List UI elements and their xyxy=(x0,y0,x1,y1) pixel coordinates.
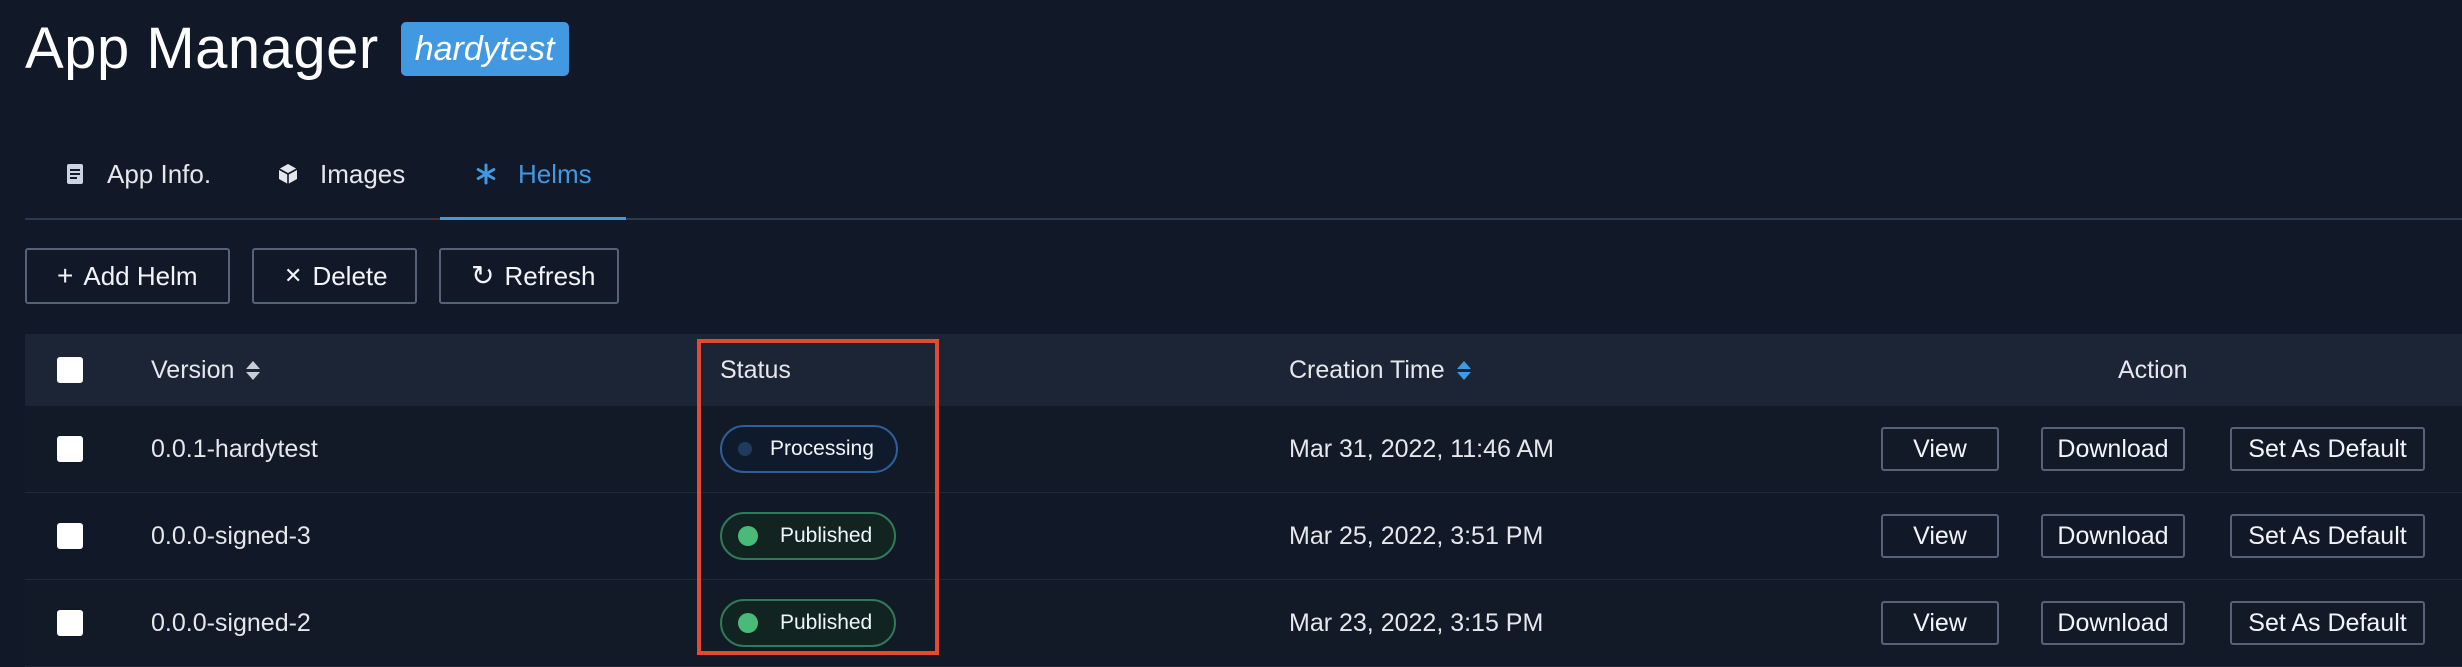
status-label: Published xyxy=(780,524,873,547)
row-checkbox[interactable] xyxy=(57,610,83,636)
status-label: Processing xyxy=(770,437,874,460)
delete-button[interactable]: ✕ Delete xyxy=(252,248,417,304)
download-button[interactable]: Download xyxy=(2041,427,2185,471)
table-header: Version Status Creation Time Action xyxy=(25,334,2462,406)
status-dot-icon xyxy=(738,442,752,456)
view-button[interactable]: View xyxy=(1881,427,1999,471)
tab-helms[interactable]: Helms xyxy=(440,130,626,220)
view-button[interactable]: View xyxy=(1881,601,1999,645)
title-row: App Manager hardytest xyxy=(25,14,569,84)
tab-label: Images xyxy=(320,158,406,189)
add-helm-button[interactable]: + Add Helm xyxy=(25,248,230,304)
column-label: Version xyxy=(151,355,235,384)
button-label: Delete xyxy=(312,260,388,291)
status-badge: Published xyxy=(720,599,897,647)
tab-label: App Info. xyxy=(107,158,212,189)
row-select-cell xyxy=(57,406,83,492)
button-label: Add Helm xyxy=(83,260,198,291)
view-button[interactable]: View xyxy=(1881,514,1999,558)
set-as-default-button[interactable]: Set As Default xyxy=(2230,427,2425,471)
creation-time-cell: Mar 23, 2022, 3:15 PM xyxy=(1289,608,1544,637)
select-all-checkbox[interactable] xyxy=(57,357,83,383)
document-icon xyxy=(63,162,87,186)
download-button[interactable]: Download xyxy=(2041,514,2185,558)
app-name-badge: hardytest xyxy=(400,22,569,76)
version-cell: 0.0.1-hardytest xyxy=(151,434,318,463)
refresh-icon: ↻ xyxy=(471,260,495,291)
status-dot-icon xyxy=(738,526,758,546)
column-label: Action xyxy=(2118,355,2188,384)
column-label: Creation Time xyxy=(1289,355,1445,384)
tab-images[interactable]: Images xyxy=(276,130,405,218)
tab-bar: App Info. Images Helms xyxy=(25,130,2462,220)
table-row: 0.0.0-signed-2 Published Mar 23, 2022, 3… xyxy=(25,580,2462,667)
status-column-header: Status xyxy=(720,334,791,406)
creation-time-cell: Mar 31, 2022, 11:46 AM xyxy=(1289,434,1554,463)
creation-time-column-header[interactable]: Creation Time xyxy=(1289,334,1471,406)
creation-time-cell: Mar 25, 2022, 3:51 PM xyxy=(1289,521,1544,550)
toolbar: + Add Helm ✕ Delete ↻ Refresh xyxy=(25,248,641,306)
column-label: Status xyxy=(720,355,791,384)
set-as-default-button[interactable]: Set As Default xyxy=(2230,601,2425,645)
row-checkbox[interactable] xyxy=(57,523,83,549)
status-badge: Processing xyxy=(720,425,898,473)
status-cell: Published xyxy=(720,493,897,579)
refresh-button[interactable]: ↻ Refresh xyxy=(439,248,619,304)
set-as-default-button[interactable]: Set As Default xyxy=(2230,514,2425,558)
button-label: Refresh xyxy=(504,260,596,291)
status-dot-icon xyxy=(738,613,758,633)
download-button[interactable]: Download xyxy=(2041,601,2185,645)
tab-label: Helms xyxy=(518,158,592,189)
sort-icon xyxy=(246,360,261,380)
tab-app-info[interactable]: App Info. xyxy=(63,130,211,218)
page-title: App Manager xyxy=(25,16,379,81)
close-icon: ✕ xyxy=(284,263,303,288)
plus-icon: + xyxy=(57,260,74,291)
status-label: Published xyxy=(780,611,873,634)
cube-icon xyxy=(276,162,300,186)
row-checkbox[interactable] xyxy=(57,436,83,462)
select-all-cell xyxy=(57,334,83,406)
table-row: 0.0.0-signed-3 Published Mar 25, 2022, 3… xyxy=(25,493,2462,580)
table-body: 0.0.1-hardytest Processing Mar 31, 2022,… xyxy=(25,406,2462,667)
asterisk-icon xyxy=(474,162,498,186)
version-column-header[interactable]: Version xyxy=(151,334,261,406)
status-badge: Published xyxy=(720,512,897,560)
row-select-cell xyxy=(57,580,83,666)
version-cell: 0.0.0-signed-3 xyxy=(151,521,311,550)
status-cell: Processing xyxy=(720,406,898,492)
action-column-header: Action xyxy=(2118,334,2187,406)
version-cell: 0.0.0-signed-2 xyxy=(151,608,311,637)
sort-icon xyxy=(1456,360,1471,380)
row-select-cell xyxy=(57,493,83,579)
helm-table: Version Status Creation Time Action 0.0.… xyxy=(25,334,2462,667)
status-cell: Published xyxy=(720,580,897,666)
table-row: 0.0.1-hardytest Processing Mar 31, 2022,… xyxy=(25,406,2462,493)
